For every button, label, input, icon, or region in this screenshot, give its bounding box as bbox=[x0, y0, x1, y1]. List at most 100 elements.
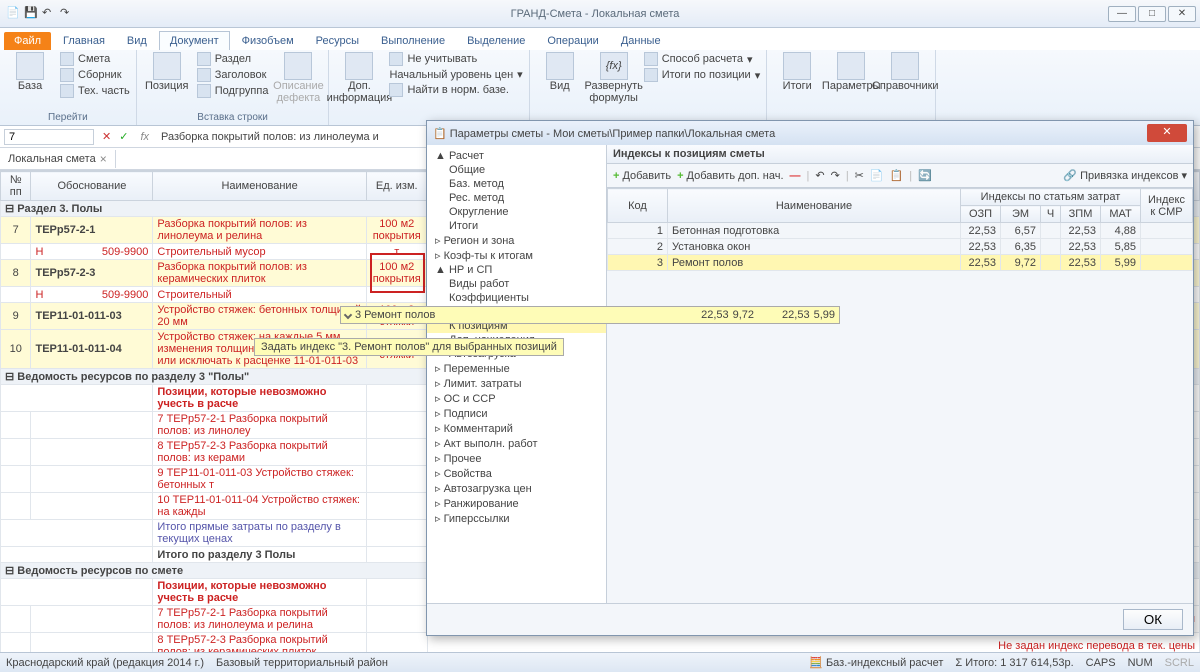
vid-button[interactable]: Вид bbox=[536, 52, 584, 92]
group-goto-label: Перейти bbox=[6, 112, 130, 123]
col-edizm[interactable]: Ед. изм. bbox=[366, 172, 427, 201]
tekh-button[interactable]: Тех. часть bbox=[60, 84, 130, 98]
tree-item[interactable]: ▹ Акт выполн. работ bbox=[427, 436, 606, 451]
dialog-title: 📋 Параметры сметы - Мои сметы\Пример пап… bbox=[433, 127, 1147, 140]
zagolovok-button[interactable]: Заголовок bbox=[197, 68, 269, 82]
status-num: NUM bbox=[1128, 657, 1153, 669]
position-button[interactable]: Позиция bbox=[143, 52, 191, 92]
status-sum: Σ Итого: 1 317 614,53р. bbox=[955, 657, 1073, 669]
dopinfo-button[interactable]: Доп. информация bbox=[335, 52, 383, 104]
cancel-icon[interactable]: ✕ bbox=[102, 130, 111, 143]
close-tab-icon[interactable]: × bbox=[100, 152, 107, 166]
tree-item[interactable]: ▹ Свойства bbox=[427, 466, 606, 481]
podgruppa-button[interactable]: Подгруппа bbox=[197, 84, 269, 98]
tree-item[interactable]: ▹ Автозагрузка цен bbox=[427, 481, 606, 496]
add-button[interactable]: +Добавить bbox=[613, 170, 671, 182]
tree-item[interactable]: Рес. метод bbox=[427, 191, 606, 205]
dialog-header: Индексы к позициям сметы bbox=[607, 145, 1193, 164]
sbornik-button[interactable]: Сборник bbox=[60, 68, 130, 82]
refresh-icon[interactable]: 🔄 bbox=[918, 169, 932, 182]
tree-item[interactable]: ▹ Лимит. затраты bbox=[427, 376, 606, 391]
tree-item[interactable]: ▹ Переменные bbox=[427, 361, 606, 376]
nachurov-button[interactable]: Начальный уровень цен ▾ bbox=[389, 68, 522, 81]
close-button[interactable]: ✕ bbox=[1168, 6, 1196, 22]
naiti-button[interactable]: Найти в норм. базе. bbox=[389, 83, 522, 97]
baza-button[interactable]: База bbox=[6, 52, 54, 92]
status-region: Краснодарский край (редакция 2014 г.) bbox=[6, 657, 204, 669]
cut-icon[interactable]: ✂ bbox=[855, 169, 864, 182]
index-row[interactable]: 2Установка окон22,536,3522,535,85 bbox=[608, 239, 1193, 255]
tab-view[interactable]: Вид bbox=[117, 32, 157, 50]
dialog-toolbar: +Добавить +Добавить доп. нач. — | ↶ ↷ | … bbox=[607, 164, 1193, 188]
drag-tooltip: Задать индекс "3. Ремонт полов" для выбр… bbox=[254, 338, 564, 356]
cell-ref-input[interactable] bbox=[4, 129, 94, 145]
smeta-button[interactable]: Смета bbox=[60, 52, 130, 66]
tree-item[interactable]: ▹ Коэф-ты к итогам bbox=[427, 248, 606, 263]
tree-item[interactable]: ▹ Регион и зона bbox=[427, 233, 606, 248]
undo-icon[interactable]: ↶ bbox=[42, 6, 58, 22]
redo-icon[interactable]: ↷ bbox=[831, 169, 840, 182]
minimize-button[interactable]: — bbox=[1108, 6, 1136, 22]
worksheet-tab[interactable]: Локальная смета× bbox=[0, 150, 116, 168]
redo-icon[interactable]: ↷ bbox=[60, 6, 76, 22]
tree-item[interactable]: Округление bbox=[427, 205, 606, 219]
sprav-button[interactable]: Справочники bbox=[881, 52, 929, 92]
params-tree[interactable]: ▲ РасчетОбщиеБаз. методРес. методОкругле… bbox=[427, 145, 607, 603]
save-icon[interactable]: 💾 bbox=[24, 6, 40, 22]
tab-execution[interactable]: Выполнение bbox=[371, 32, 455, 50]
tab-operations[interactable]: Операции bbox=[537, 32, 608, 50]
status-scrl: SCRL bbox=[1165, 657, 1194, 669]
tab-file[interactable]: Файл bbox=[4, 32, 51, 50]
tree-item[interactable]: ▹ Комментарий bbox=[427, 421, 606, 436]
sposob-button[interactable]: Способ расчета ▾ bbox=[644, 52, 761, 66]
tab-physvol[interactable]: Физобъем bbox=[232, 32, 304, 50]
razdel-button[interactable]: Раздел bbox=[197, 52, 269, 66]
itogi-button[interactable]: Итоги bbox=[773, 52, 821, 92]
neuchit-button[interactable]: Не учитывать bbox=[389, 52, 522, 66]
index-row[interactable]: 3Ремонт полов22,539,7222,535,99 bbox=[608, 255, 1193, 271]
ribbon: База Смета Сборник Тех. часть Перейти По… bbox=[0, 50, 1200, 126]
tree-item[interactable]: Коэффициенты bbox=[427, 291, 606, 305]
param-button[interactable]: Параметры bbox=[827, 52, 875, 92]
col-naim[interactable]: Наименование bbox=[153, 172, 366, 201]
col-npp[interactable]: № пп bbox=[1, 172, 31, 201]
status-caps: CAPS bbox=[1086, 657, 1116, 669]
tree-item[interactable]: ▲ Расчет bbox=[427, 149, 606, 163]
razvernut-button[interactable]: {fx}Развернуть формулы bbox=[590, 52, 638, 104]
tree-item[interactable]: ▹ Прочее bbox=[427, 451, 606, 466]
undo-icon[interactable]: ↶ bbox=[815, 169, 824, 182]
itogipo-button[interactable]: Итоги по позиции ▾ bbox=[644, 68, 761, 82]
bind-indexes-button[interactable]: 🔗 Привязка индексов ▾ bbox=[1063, 169, 1187, 182]
tree-item[interactable]: ▹ ОС и ССР bbox=[427, 391, 606, 406]
defect-button[interactable]: Описание дефекта bbox=[274, 52, 322, 104]
new-icon[interactable]: 📄 bbox=[6, 6, 22, 22]
dialog-title-bar[interactable]: 📋 Параметры сметы - Мои сметы\Пример пап… bbox=[427, 121, 1193, 145]
tab-document[interactable]: Документ bbox=[159, 31, 230, 50]
status-base: Базовый территориальный район bbox=[216, 657, 388, 669]
tab-resources[interactable]: Ресурсы bbox=[306, 32, 369, 50]
index-row[interactable]: 1Бетонная подготовка22,536,5722,534,88 bbox=[608, 223, 1193, 239]
dialog-close-button[interactable]: ✕ bbox=[1147, 124, 1187, 142]
tree-item[interactable]: ▹ Ранжирование bbox=[427, 496, 606, 511]
tree-item[interactable]: Баз. метод bbox=[427, 177, 606, 191]
tree-item[interactable]: Итоги bbox=[427, 219, 606, 233]
tree-item[interactable]: Виды работ bbox=[427, 277, 606, 291]
tree-item[interactable]: Общие bbox=[427, 163, 606, 177]
tab-data[interactable]: Данные bbox=[611, 32, 671, 50]
formula-text: Разборка покрытий полов: из линолеума и bbox=[161, 131, 379, 143]
tree-item[interactable]: ▹ Подписи bbox=[427, 406, 606, 421]
maximize-button[interactable]: □ bbox=[1138, 6, 1166, 22]
col-obosn[interactable]: Обоснование bbox=[31, 172, 153, 201]
ribbon-tabs: Файл Главная Вид Документ Физобъем Ресур… bbox=[0, 28, 1200, 50]
tree-item[interactable]: ▹ Гиперссылки bbox=[427, 511, 606, 526]
index-table[interactable]: Код Наименование Индексы по статьям затр… bbox=[607, 188, 1193, 271]
add-nach-button[interactable]: +Добавить доп. нач. bbox=[677, 170, 783, 182]
accept-icon[interactable]: ✓ bbox=[119, 130, 128, 143]
tab-selection[interactable]: Выделение bbox=[457, 32, 535, 50]
paste-icon[interactable]: 📋 bbox=[890, 169, 904, 182]
tree-item[interactable]: ▲ НР и СП bbox=[427, 263, 606, 277]
remove-button[interactable]: — bbox=[790, 170, 801, 182]
tab-main[interactable]: Главная bbox=[53, 32, 115, 50]
copy-icon[interactable]: 📄 bbox=[870, 169, 884, 182]
ok-button[interactable]: ОК bbox=[1123, 609, 1183, 630]
